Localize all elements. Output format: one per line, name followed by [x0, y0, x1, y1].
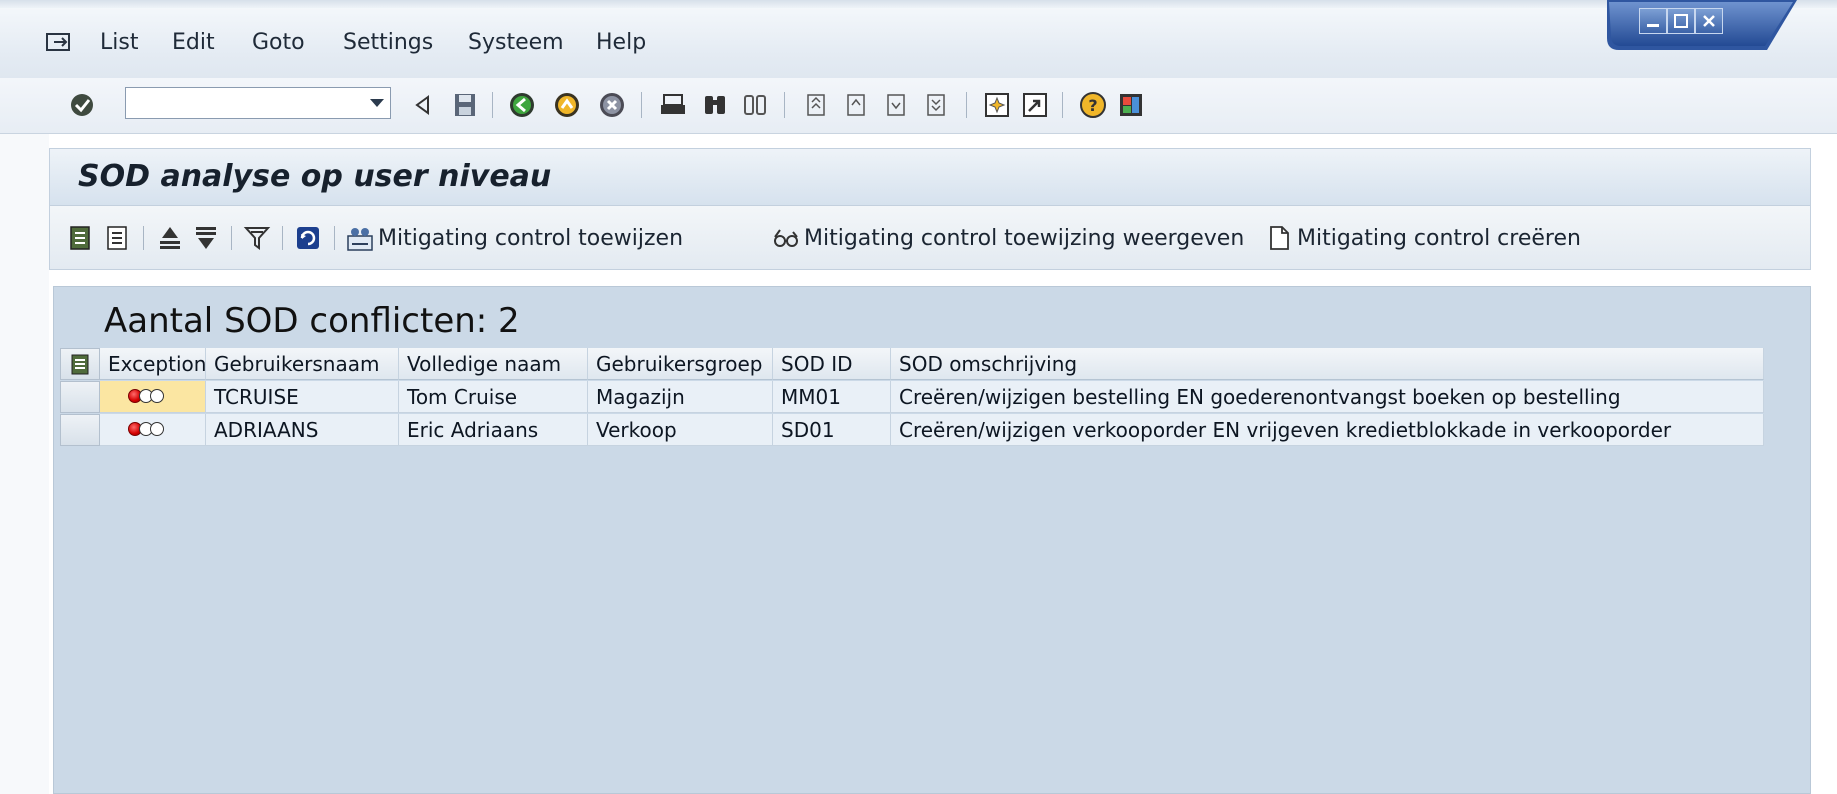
column-header-sod-omschrijving[interactable]: SOD omschrijving: [891, 348, 1764, 380]
previous-page-icon[interactable]: [840, 90, 870, 120]
light-green: [150, 422, 164, 436]
new-document-icon: [1270, 226, 1289, 250]
menu-settings[interactable]: Settings: [343, 30, 433, 55]
minimize-icon: [1647, 24, 1659, 27]
maximize-icon: [1674, 14, 1688, 28]
table-row[interactable]: TCRUISE Tom Cruise Magazijn MM01 Creëren…: [60, 381, 1764, 413]
table-header-row: Exception Gebruikersnaam Volledige naam …: [60, 348, 1764, 380]
title-bar: SOD analyse op user niveau: [49, 148, 1811, 206]
cell-sod-id: MM01: [773, 381, 891, 413]
list-title: Aantal SOD conflicten: 2: [104, 301, 520, 341]
column-header-sod-id[interactable]: SOD ID: [773, 348, 891, 380]
cell-gebruikersnaam: ADRIAANS: [206, 414, 399, 446]
menu-edit[interactable]: Edit: [172, 30, 215, 55]
command-field[interactable]: [125, 87, 391, 119]
toolbar-separator: [966, 92, 967, 118]
enter-check-icon[interactable]: [67, 90, 97, 120]
menu-help[interactable]: Help: [596, 30, 646, 55]
toolbar-separator: [784, 92, 785, 118]
toolbar-separator: [143, 226, 144, 250]
exception-cell: [100, 414, 206, 446]
menu-list[interactable]: List: [100, 30, 138, 55]
cancel-red-icon[interactable]: [597, 90, 627, 120]
window-top-border: [0, 0, 1837, 8]
print-icon[interactable]: [658, 90, 688, 120]
select-all-button[interactable]: [60, 348, 100, 380]
cell-sod-omschrijving: Creëren/wijzigen verkooporder EN vrijgev…: [891, 414, 1764, 446]
cell-volledige-naam: Tom Cruise: [399, 381, 588, 413]
last-page-icon[interactable]: [920, 90, 950, 120]
help-icon[interactable]: ?: [1078, 90, 1108, 120]
page-title: SOD analyse op user niveau: [78, 159, 552, 194]
row-selector[interactable]: [60, 381, 100, 413]
assign-mitigating-control-button[interactable]: Mitigating control toewijzen: [346, 223, 683, 253]
menu-goto[interactable]: Goto: [252, 30, 305, 55]
cell-sod-omschrijving: Creëren/wijzigen bestelling EN goedereno…: [891, 381, 1764, 413]
column-header-volledige-naam[interactable]: Volledige naam: [399, 348, 588, 380]
menu-toggle-icon[interactable]: [46, 33, 72, 53]
find-next-binoculars-icon[interactable]: [740, 90, 770, 120]
exception-cell: [100, 381, 206, 413]
cell-volledige-naam: Eric Adriaans: [399, 414, 588, 446]
chevron-down-icon[interactable]: [370, 99, 384, 107]
traffic-light-red-icon: [128, 422, 164, 438]
sort-descending-icon[interactable]: [192, 224, 220, 252]
next-page-icon[interactable]: [880, 90, 910, 120]
exit-yellow-icon[interactable]: [552, 90, 582, 120]
cell-gebruikersnaam: TCRUISE: [206, 381, 399, 413]
shortcut-icon[interactable]: [1020, 90, 1050, 120]
toolbar-separator: [334, 226, 335, 250]
toolbar-separator: [1062, 92, 1063, 118]
column-header-exception[interactable]: Exception: [100, 348, 206, 380]
customize-layout-icon[interactable]: [1116, 90, 1146, 120]
create-mitigating-control-label: Mitigating control creëren: [1297, 225, 1581, 251]
maximize-button[interactable]: [1667, 8, 1695, 34]
glasses-icon: [774, 229, 798, 247]
back-green-icon[interactable]: [507, 90, 537, 120]
document-list-icon[interactable]: [104, 224, 132, 252]
menu-bar: List Edit Goto Settings Systeem Help: [0, 0, 1837, 78]
select-all-icon: [71, 354, 89, 375]
create-session-icon[interactable]: [982, 90, 1012, 120]
application-toolbar: Mitigating control toewijzen Mitigating …: [49, 206, 1811, 270]
cell-gebruikersgroep: Verkoop: [588, 414, 773, 446]
svg-text:?: ?: [1088, 96, 1097, 115]
table-row[interactable]: ADRIAANS Eric Adriaans Verkoop SD01 Creë…: [60, 414, 1764, 446]
toolbar-separator: [282, 226, 283, 250]
sort-ascending-icon[interactable]: [156, 224, 184, 252]
row-selector[interactable]: [60, 414, 100, 446]
create-mitigating-control-button[interactable]: Mitigating control creëren: [1265, 223, 1581, 253]
filter-icon[interactable]: [243, 224, 271, 252]
traffic-light-red-icon: [128, 389, 164, 405]
first-page-icon[interactable]: [800, 90, 830, 120]
minimize-button[interactable]: [1639, 8, 1667, 34]
assign-mitigating-control-label: Mitigating control toewijzen: [378, 225, 684, 251]
refresh-icon[interactable]: [294, 224, 322, 252]
light-green: [150, 389, 164, 403]
standard-toolbar: ?: [0, 78, 1837, 134]
back-arrow-icon[interactable]: [408, 90, 438, 120]
save-icon[interactable]: [450, 90, 480, 120]
toolbar-separator: [641, 92, 642, 118]
column-header-gebruikersnaam[interactable]: Gebruikersnaam: [206, 348, 399, 380]
assign-people-icon: [347, 228, 373, 251]
close-button[interactable]: [1695, 8, 1723, 34]
display-mitigating-control-label: Mitigating control toewijzing weergeven: [804, 225, 1245, 251]
find-binoculars-icon[interactable]: [700, 90, 730, 120]
cell-sod-id: SD01: [773, 414, 891, 446]
display-mitigating-control-button[interactable]: Mitigating control toewijzing weergeven: [772, 223, 1244, 253]
toolbar-separator: [231, 226, 232, 250]
close-icon: [1703, 15, 1715, 27]
menu-systeem[interactable]: Systeem: [468, 30, 564, 55]
column-header-gebruikersgroep[interactable]: Gebruikersgroep: [588, 348, 773, 380]
list-container: Aantal SOD conflicten: 2 Exception Gebru…: [53, 286, 1811, 794]
toolbar-separator: [492, 92, 493, 118]
details-icon[interactable]: [67, 224, 95, 252]
left-margin: [0, 134, 49, 794]
cell-gebruikersgroep: Magazijn: [588, 381, 773, 413]
